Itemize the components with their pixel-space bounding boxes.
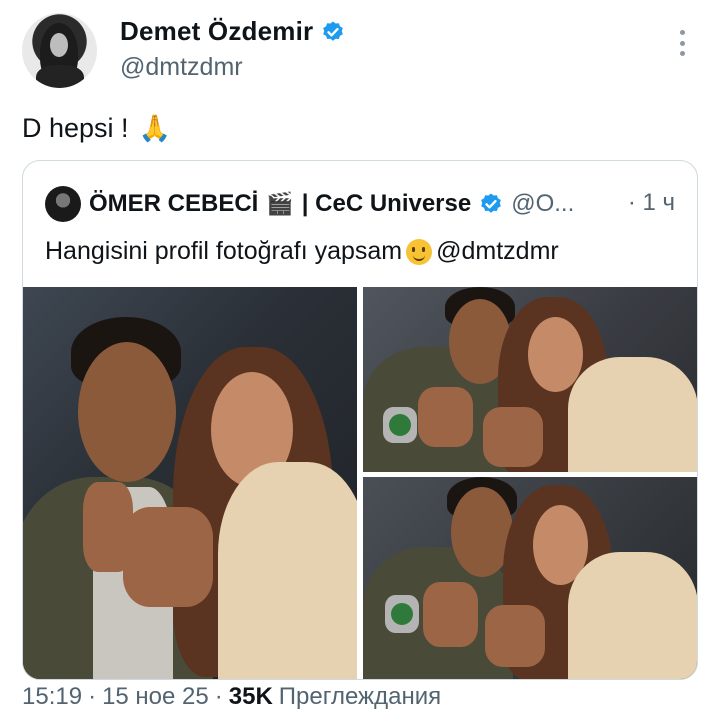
tweet-text: D hepsi ! 🙏 — [22, 113, 171, 144]
avatar-body — [36, 65, 84, 88]
clapperboard-emoji: 🎬 — [266, 191, 294, 216]
author-name-row: Demet Özdemir — [120, 16, 345, 47]
quoted-handle[interactable]: @O... — [511, 190, 574, 218]
photo-1[interactable] — [23, 287, 357, 679]
quoted-time[interactable]: · 1 ч — [628, 189, 675, 217]
views-count[interactable]: 35K — [229, 683, 273, 711]
man-head — [78, 342, 176, 482]
fur-coat — [568, 552, 697, 679]
quoted-text: Hangisini profil fotoğrafı yapsam @dmtzd… — [45, 237, 559, 266]
photo-2[interactable] — [363, 287, 697, 472]
verified-icon — [481, 193, 502, 213]
quoted-body: Hangisini profil fotoğrafı yapsam — [45, 237, 403, 265]
meta-separator: · — [214, 683, 223, 710]
author-handle[interactable]: @dmtzdmr — [120, 53, 243, 82]
tweet-body: D hepsi ! — [22, 113, 129, 143]
quoted-tweet[interactable]: ÖMER CEBECİ 🎬 | CeC Universe @O... · 1 ч… — [22, 160, 698, 680]
thumb-up-hand — [418, 387, 473, 447]
quoted-avatar[interactable] — [45, 186, 81, 222]
views-label[interactable]: Преглеждания — [279, 683, 441, 711]
fist-hand — [483, 407, 543, 467]
fur-coat — [218, 462, 357, 679]
pray-emoji: 🙏 — [138, 113, 171, 143]
watch-face — [391, 603, 413, 625]
author-display-name[interactable]: Demet Özdemir — [120, 16, 313, 47]
author-avatar[interactable] — [22, 13, 97, 88]
quoted-name[interactable]: ÖMER CEBECİ — [89, 190, 258, 218]
fist-hand — [485, 605, 545, 667]
avatar-face — [50, 33, 68, 57]
photo-3[interactable] — [363, 477, 697, 679]
watch-face — [389, 414, 411, 436]
fist-hand — [123, 507, 213, 607]
quoted-name-suffix[interactable]: | CeC Universe — [302, 190, 471, 218]
tweet-meta: 15:19 · 15 ное 25 · 35K Преглеждания — [22, 683, 441, 711]
more-icon[interactable] — [676, 30, 688, 56]
tweet-time[interactable]: 15:19 — [22, 683, 82, 711]
tweet-date[interactable]: 15 ное 25 — [102, 683, 209, 711]
fur-coat — [568, 357, 697, 472]
quoted-mention[interactable]: @dmtzdmr — [436, 237, 559, 266]
thumb-up-hand — [423, 582, 478, 647]
verified-icon — [323, 21, 344, 41]
melting-face-emoji — [406, 238, 433, 265]
meta-separator: · — [88, 683, 97, 710]
quoted-header: ÖMER CEBECİ 🎬 | CeC Universe @O... — [45, 186, 574, 222]
